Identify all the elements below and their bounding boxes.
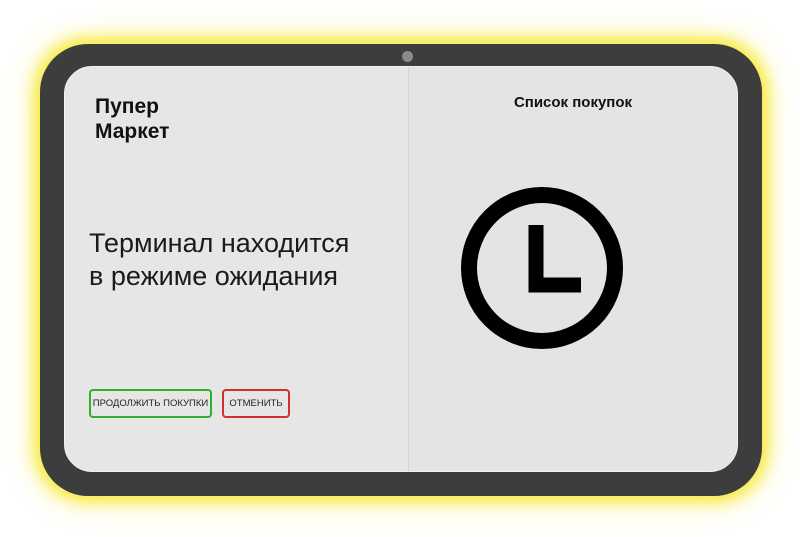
store-name-line2: Маркет <box>95 120 170 143</box>
standby-message: Терминал находится в режиме ожидания <box>89 227 399 293</box>
camera-dot <box>402 51 413 62</box>
shopping-list-title: Список покупок <box>513 94 633 111</box>
clock-hands <box>528 225 581 293</box>
shopping-list-panel: Список покупок <box>408 67 737 471</box>
standby-message-line2: в режиме ожидания <box>89 261 339 291</box>
left-panel: Пупер Маркет Терминал находится в режиме… <box>65 67 408 471</box>
tablet-device: Пупер Маркет Терминал находится в режиме… <box>40 44 762 496</box>
continue-shopping-button[interactable]: ПРОДОЛЖИТЬ ПОКУПКИ <box>89 389 212 418</box>
store-name-line1: Пупер <box>95 95 159 118</box>
store-logo-text: Пупер Маркет <box>95 94 215 144</box>
clock-icon <box>461 187 623 349</box>
terminal-screen: Пупер Маркет Терминал находится в режиме… <box>64 66 738 472</box>
stage: Пупер Маркет Терминал находится в режиме… <box>0 0 800 537</box>
standby-message-line1: Терминал находится <box>89 228 350 258</box>
cancel-button[interactable]: ОТМЕНИТЬ <box>222 389 290 418</box>
